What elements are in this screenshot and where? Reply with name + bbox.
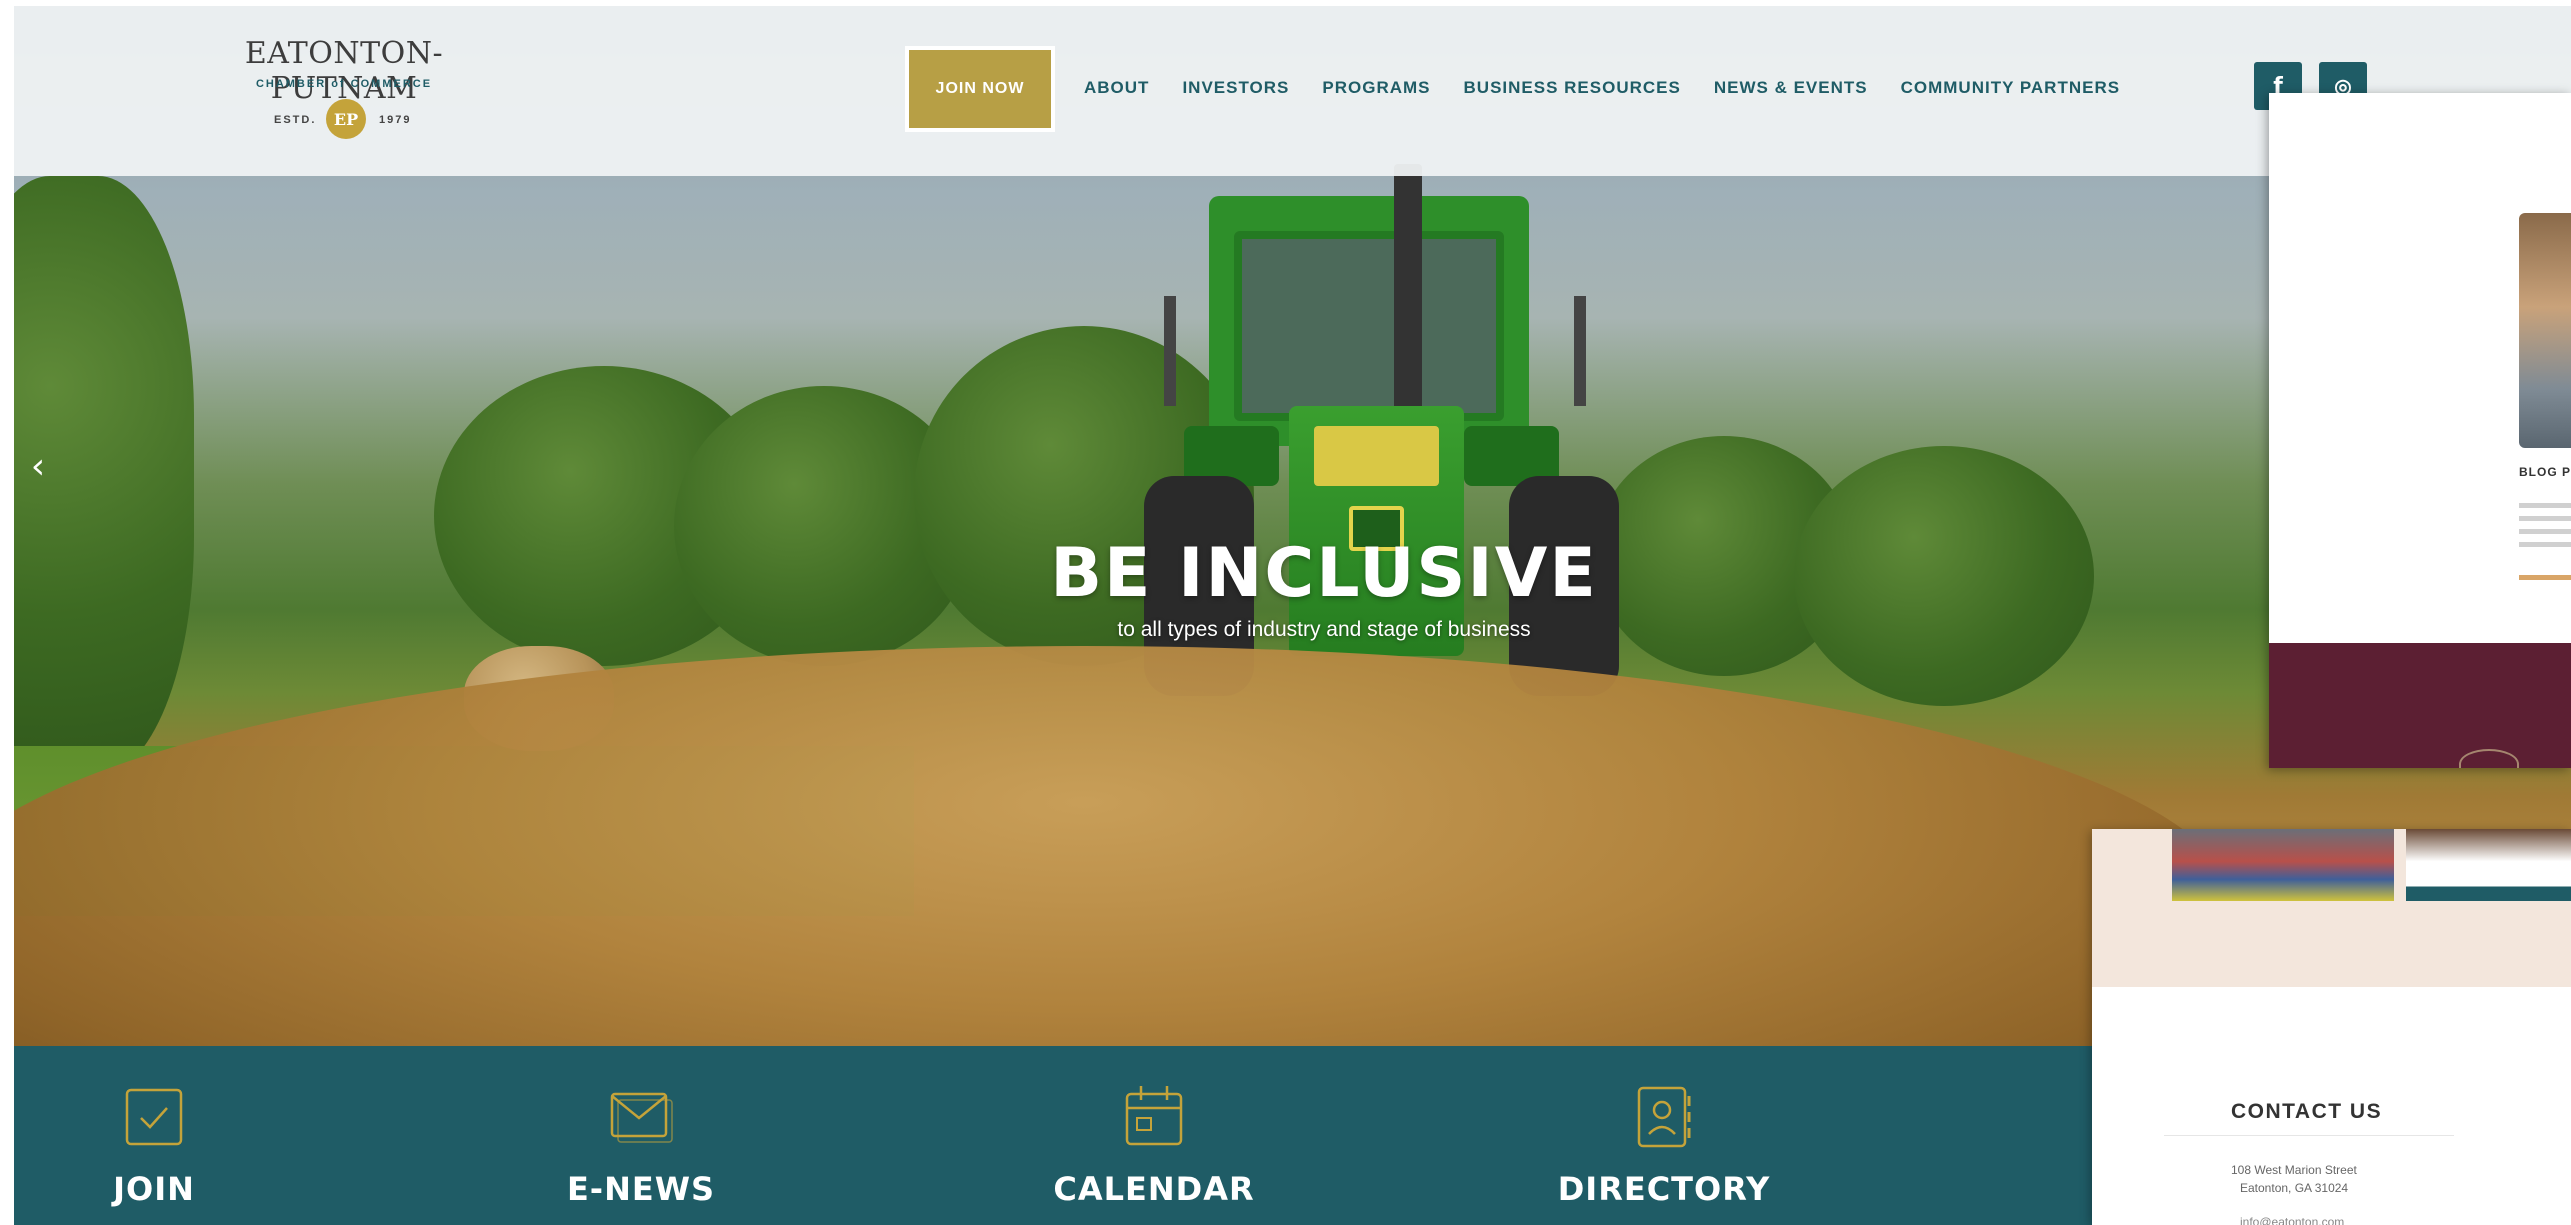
nav-business-resources[interactable]: BUSINESS RESOURCES: [1464, 78, 1681, 98]
site-header: EATONTON-PUTNAM CHAMBER of COMMERCE ESTD…: [14, 6, 2571, 176]
event-photo[interactable]: [2172, 829, 2394, 901]
contact-city: Eatonton, GA 31024: [2240, 1181, 2349, 1195]
quick-link-label: CALENDAR: [1053, 1170, 1255, 1208]
contact-heading: CONTACT US: [2231, 1100, 2383, 1123]
join-now-button[interactable]: JOIN NOW: [905, 46, 1055, 132]
contact-book-icon: [1637, 1086, 1691, 1148]
blog-preview-overlay: BLOG P: [2269, 93, 2571, 768]
hero-tree: [1794, 446, 2094, 706]
hero-title: BE INCLUSIVE: [1050, 534, 1598, 613]
nav-investors[interactable]: INVESTORS: [1182, 78, 1289, 98]
nav-news-events[interactable]: NEWS & EVENTS: [1714, 78, 1868, 98]
logo-year: 1979: [379, 114, 412, 126]
hero-subtitle: to all types of industry and stage of bu…: [1117, 618, 1531, 641]
tractor-mirror: [1164, 296, 1176, 406]
nav-about[interactable]: ABOUT: [1084, 78, 1149, 98]
quick-link-label: E-NEWS: [566, 1170, 716, 1208]
blog-post-title[interactable]: BLOG P: [2519, 465, 2571, 479]
nav-programs[interactable]: PROGRAMS: [1322, 78, 1430, 98]
quick-link-label: JOIN: [113, 1170, 195, 1208]
contact-preview-overlay: CONTACT US 108 West Marion Street Eatont…: [2092, 829, 2571, 1225]
calendar-icon: [1125, 1086, 1183, 1146]
hero-straw-foreground: [14, 646, 2234, 1046]
tractor-grille: [1314, 426, 1439, 486]
blog-excerpt-line: [2519, 529, 2571, 534]
blog-excerpt-line: [2519, 516, 2571, 521]
logo-tagline: CHAMBER of COMMERCE: [255, 78, 433, 90]
contact-divider: [2164, 1135, 2454, 1136]
logo-estd: ESTD.: [274, 114, 317, 126]
events-strip: [2092, 829, 2571, 987]
tractor-mirror: [1574, 296, 1586, 406]
quick-link-join[interactable]: JOIN: [14, 1082, 294, 1208]
contact-street: 108 West Marion Street: [2231, 1163, 2357, 1177]
blog-read-more-link[interactable]: [2519, 575, 2571, 580]
blog-post-photo[interactable]: [2519, 213, 2571, 448]
blog-excerpt-line: [2519, 503, 2571, 508]
quick-link-calendar[interactable]: CALENDAR: [1014, 1082, 1294, 1208]
tractor-window: [1234, 231, 1504, 421]
quick-link-enews[interactable]: E-NEWS: [501, 1082, 781, 1208]
logo-seal-icon: EP: [326, 99, 366, 139]
tractor-exhaust: [1394, 164, 1422, 424]
event-flyer[interactable]: [2406, 829, 2571, 901]
check-icon: [125, 1088, 183, 1146]
main-nav: ABOUT INVESTORS PROGRAMS BUSINESS RESOUR…: [1084, 78, 2120, 98]
quick-link-directory[interactable]: DIRECTORY: [1524, 1082, 1804, 1208]
slider-prev-arrow-icon[interactable]: ‹: [18, 436, 58, 496]
nav-community-partners[interactable]: COMMUNITY PARTNERS: [1901, 78, 2121, 98]
chamber-logo[interactable]: EATONTON-PUTNAM CHAMBER of COMMERCE ESTD…: [224, 36, 464, 156]
blog-excerpt-line: [2519, 542, 2571, 547]
envelope-icon: [610, 1092, 673, 1143]
quick-link-label: DIRECTORY: [1557, 1170, 1771, 1208]
logo-name: EATONTON-PUTNAM: [244, 36, 444, 106]
blog-footer-band: [2269, 643, 2571, 768]
contact-email-link[interactable]: info@eatonton.com: [2240, 1215, 2344, 1225]
